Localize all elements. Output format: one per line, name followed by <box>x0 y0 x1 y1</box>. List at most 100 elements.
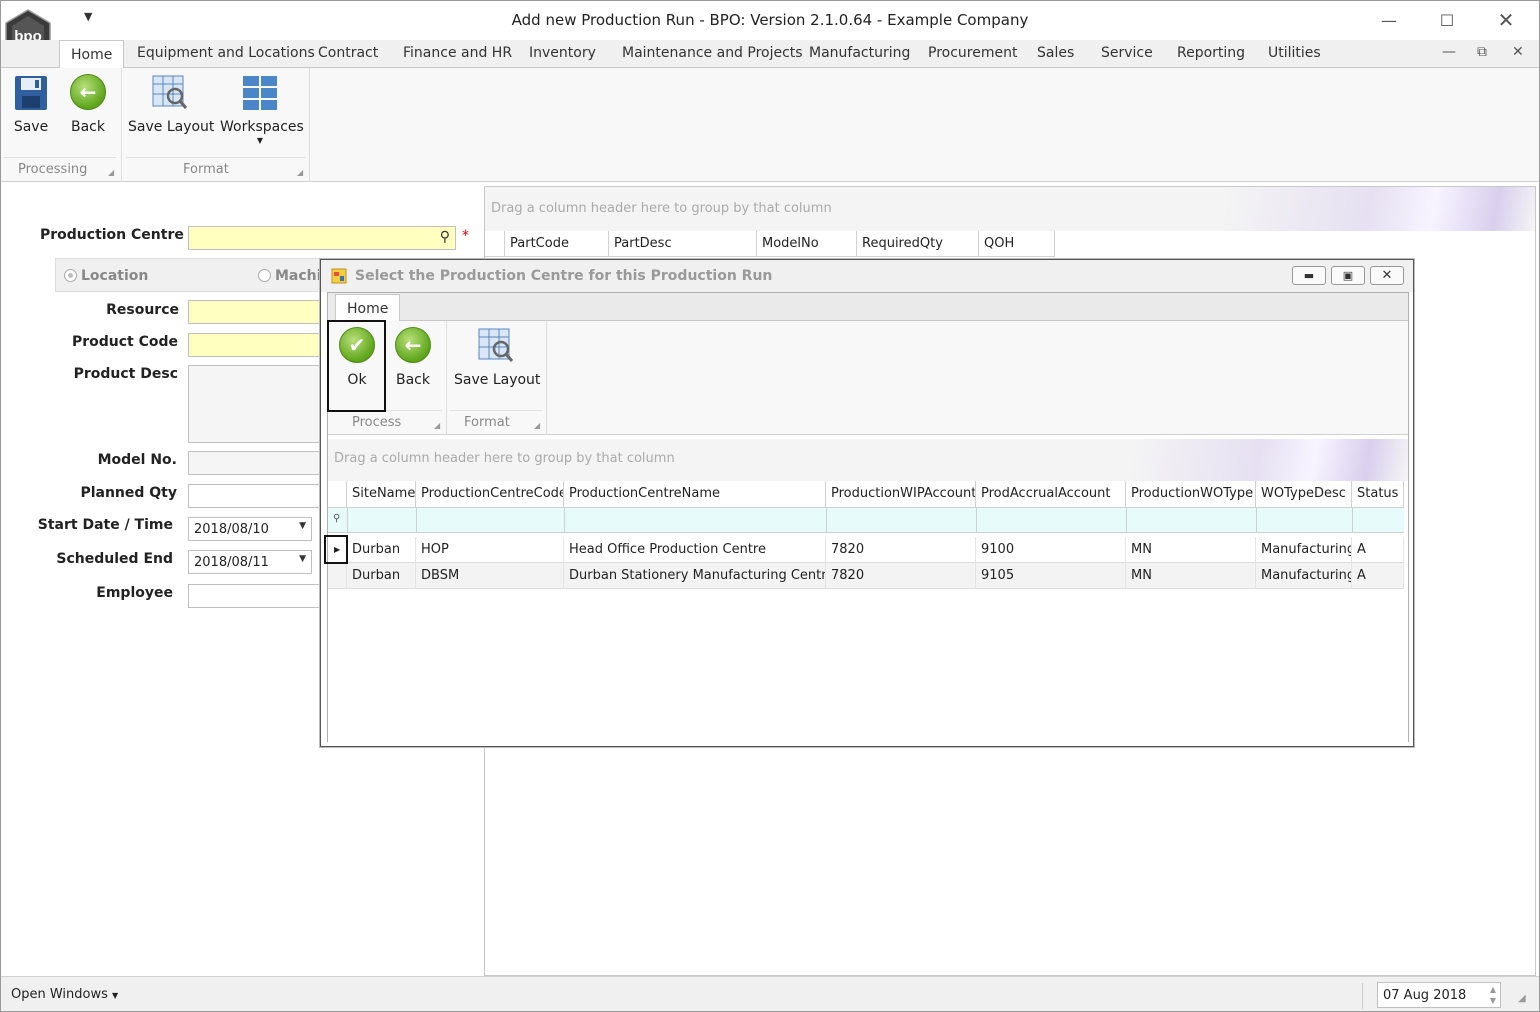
mdi-minimize-icon[interactable]: — <box>1442 44 1456 60</box>
tab-contract[interactable]: Contract <box>318 45 378 61</box>
resize-grip-icon[interactable]: ◢ <box>1518 993 1526 1004</box>
open-windows-menu[interactable]: Open Windows ▼ <box>11 987 118 1002</box>
tab-sales[interactable]: Sales <box>1037 45 1074 61</box>
ribbon: Save ← Back Save Layout Workspaces ▼ Pro… <box>0 68 1540 182</box>
ribbon-tabs: Home Equipment and Locations Contract Fi… <box>0 40 1540 69</box>
tab-finance[interactable]: Finance and HR <box>403 45 512 61</box>
column-header-code[interactable]: ProductionCentreCode <box>416 481 564 508</box>
column-header[interactable]: ModelNo <box>757 231 857 257</box>
column-header[interactable]: PartDesc <box>609 231 757 257</box>
column-header-sitename[interactable]: SiteName <box>347 481 416 508</box>
date-spinner[interactable]: 07 Aug 2018 ▲ ▼ <box>1377 982 1501 1008</box>
product-desc-textarea[interactable] <box>188 365 328 443</box>
close-icon[interactable]: ✕ <box>1483 6 1529 34</box>
radio-location[interactable]: Location <box>64 268 148 284</box>
chevron-down-icon[interactable]: ▼ <box>299 521 306 531</box>
save-button[interactable]: Save <box>4 68 58 148</box>
filter-cell-divider <box>347 508 348 533</box>
cell-wip-account[interactable]: 7820 <box>826 563 976 589</box>
column-header[interactable]: QOH <box>979 231 1055 257</box>
tab-service[interactable]: Service <box>1101 45 1153 61</box>
save-layout-button[interactable]: Save Layout <box>128 68 214 148</box>
dialog-title: Select the Production Centre for this Pr… <box>355 268 773 284</box>
column-header[interactable]: PartCode <box>505 231 609 257</box>
cell-code[interactable]: DBSM <box>416 563 564 589</box>
dialog-launcher-icon[interactable]: ◢ <box>434 421 440 430</box>
auto-filter-row[interactable]: ⚲ <box>328 508 1404 533</box>
column-header-status[interactable]: Status <box>1352 481 1404 508</box>
column-header-wotype[interactable]: ProductionWOType <box>1126 481 1256 508</box>
dialog-launcher-icon[interactable]: ◢ <box>108 168 114 177</box>
cell-name[interactable]: Head Office Production Centre <box>564 537 826 563</box>
cell-status[interactable]: A <box>1352 563 1404 589</box>
dialog-save-layout-button[interactable]: Save Layout <box>454 321 540 401</box>
filter-cell-divider <box>976 508 977 533</box>
radio-machine[interactable]: Machi <box>258 268 321 284</box>
column-header-wotypedesc[interactable]: WOTypeDesc <box>1256 481 1352 508</box>
planned-qty-input[interactable] <box>188 484 328 508</box>
chevron-down-icon[interactable]: ▼ <box>299 554 306 564</box>
tab-inventory[interactable]: Inventory <box>529 45 596 61</box>
tab-maintenance[interactable]: Maintenance and Projects <box>622 45 803 61</box>
cell-sitename[interactable]: Durban <box>347 537 416 563</box>
tab-home[interactable]: Home <box>59 40 125 69</box>
cell-wotype[interactable]: MN <box>1126 563 1256 589</box>
dialog-close-icon[interactable]: ✕ <box>1370 266 1404 285</box>
cell-sitename[interactable]: Durban <box>347 563 416 589</box>
cell-wotypedesc[interactable]: Manufacturing <box>1256 563 1352 589</box>
cell-code[interactable]: HOP <box>416 537 564 563</box>
column-header-accrual-account[interactable]: ProdAccrualAccount <box>976 481 1126 508</box>
start-date-picker[interactable]: 2018/08/10 ▼ <box>188 517 312 541</box>
cell-name[interactable]: Durban Stationery Manufacturing Centre <box>564 563 826 589</box>
quick-access-dropdown-icon[interactable]: ▼ <box>84 10 92 23</box>
search-icon[interactable]: ⚲ <box>440 229 450 245</box>
dialog-back-button[interactable]: ← Back <box>387 321 439 401</box>
column-header-name[interactable]: ProductionCentreName <box>564 481 826 508</box>
maximize-icon[interactable]: ☐ <box>1424 6 1470 34</box>
tab-utilities[interactable]: Utilities <box>1268 45 1321 61</box>
workspaces-button[interactable]: Workspaces ▼ <box>220 68 304 154</box>
tab-equipment[interactable]: Equipment and Locations <box>137 45 315 61</box>
employee-label: Employee <box>96 585 173 601</box>
cell-wotype[interactable]: MN <box>1126 537 1256 563</box>
dialog-maximize-icon[interactable]: ▣ <box>1331 266 1365 285</box>
window-title: Add new Production Run - BPO: Version 2.… <box>511 11 1029 29</box>
save-label: Save <box>13 119 49 135</box>
back-button[interactable]: ← Back <box>62 68 114 148</box>
dialog-minimize-icon[interactable]: ▬ <box>1292 266 1326 285</box>
mdi-restore-icon[interactable]: ⧉ <box>1477 44 1487 60</box>
column-header-wip-account[interactable]: ProductionWIPAccount <box>826 481 976 508</box>
ok-button[interactable]: ✔ Ok <box>330 321 384 401</box>
cell-wip-account[interactable]: 7820 <box>826 537 976 563</box>
model-no-input[interactable] <box>188 451 328 475</box>
column-header[interactable]: RequiredQty <box>857 231 979 257</box>
cell-wotypedesc[interactable]: Manufacturing <box>1256 537 1352 563</box>
cell-accrual-account[interactable]: 9100 <box>976 537 1126 563</box>
minimize-icon[interactable]: — <box>1366 6 1412 34</box>
row-indicator <box>328 563 347 589</box>
tab-procurement[interactable]: Procurement <box>928 45 1017 61</box>
group-panel[interactable]: Drag a column header here to group by th… <box>328 439 1408 481</box>
product-code-input[interactable] <box>188 333 328 357</box>
dialog-tab-home[interactable]: Home <box>335 294 401 322</box>
employee-input[interactable] <box>188 584 328 608</box>
grid-indicator-header <box>328 481 347 508</box>
dialog-launcher-icon[interactable]: ◢ <box>534 421 540 430</box>
scheduled-end-picker[interactable]: 2018/08/11 ▼ <box>188 550 312 574</box>
cell-accrual-account[interactable]: 9105 <box>976 563 1126 589</box>
spinner-arrows-icon[interactable]: ▲ ▼ <box>1490 984 1496 1006</box>
dialog-launcher-icon[interactable]: ◢ <box>297 168 303 177</box>
date-value: 07 Aug 2018 <box>1383 988 1467 1003</box>
tab-reporting[interactable]: Reporting <box>1177 45 1245 61</box>
production-centre-input[interactable]: ⚲ <box>188 226 456 250</box>
resource-input[interactable] <box>188 300 328 324</box>
group-panel[interactable]: Drag a column header here to group by th… <box>485 187 1535 231</box>
mdi-close-icon[interactable]: ✕ <box>1512 44 1524 60</box>
group-separator <box>309 68 310 182</box>
cell-status[interactable]: A <box>1352 537 1404 563</box>
tab-manufacturing[interactable]: Manufacturing <box>809 45 910 61</box>
group-divider <box>332 410 442 411</box>
filter-cell-divider <box>1126 508 1127 533</box>
group-divider <box>450 410 542 411</box>
resource-type-radio-group: Location Machi <box>55 258 325 292</box>
